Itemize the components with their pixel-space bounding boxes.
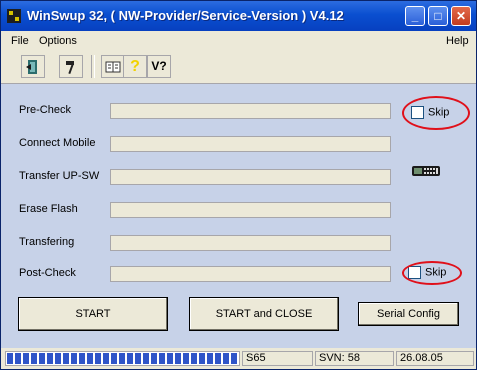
- red-annotation-circle: [402, 96, 470, 130]
- status-date: 26.08.05: [396, 351, 474, 366]
- progress-bar: [5, 351, 240, 366]
- transfering-field: [110, 235, 391, 251]
- transfer-up-sw-label: Transfer UP-SW: [19, 170, 100, 182]
- exit-door-icon: [26, 60, 37, 74]
- tools-button[interactable]: [59, 55, 83, 78]
- pre-check-label: Pre-Check: [19, 104, 71, 116]
- red-annotation-circle: [402, 261, 462, 285]
- status-model: S65: [242, 351, 313, 366]
- erase-flash-field: [110, 202, 391, 218]
- help-question-button[interactable]: ?: [123, 55, 147, 78]
- close-button[interactable]: ✕: [451, 6, 471, 26]
- toolbar: ? V?: [1, 51, 476, 84]
- question-icon: ?: [130, 58, 140, 75]
- toolbar-separator: [91, 55, 95, 78]
- erase-flash-label: Erase Flash: [19, 203, 78, 215]
- minimize-button[interactable]: _: [405, 6, 425, 26]
- connect-mobile-field: [110, 136, 391, 152]
- book-icon: [105, 61, 121, 73]
- transfer-up-sw-field: [110, 169, 391, 185]
- menu-options[interactable]: Options: [39, 35, 77, 47]
- progress-fill: [7, 353, 238, 364]
- window-title: WinSwup 32, ( NW-Provider/Service-Versio…: [27, 8, 344, 23]
- title-bar[interactable]: WinSwup 32, ( NW-Provider/Service-Versio…: [1, 1, 476, 31]
- hammer-icon: [66, 61, 74, 75]
- connect-mobile-label: Connect Mobile: [19, 137, 96, 149]
- status-svn: SVN: 58: [315, 351, 394, 366]
- menu-help[interactable]: Help: [446, 35, 469, 47]
- transfering-label: Transfering: [19, 236, 75, 248]
- maximize-button[interactable]: □: [428, 6, 448, 26]
- serial-config-button[interactable]: Serial Config: [358, 302, 459, 326]
- app-icon: [7, 9, 21, 23]
- pre-check-field: [110, 103, 391, 119]
- menu-bar: File Options Help: [1, 31, 476, 51]
- start-button[interactable]: START: [18, 297, 168, 331]
- status-bar: S65 SVN: 58 26.08.05: [1, 348, 476, 369]
- version-icon: V?: [151, 59, 167, 73]
- app-window: WinSwup 32, ( NW-Provider/Service-Versio…: [0, 0, 477, 370]
- mobile-phone-icon: [412, 166, 440, 176]
- log-button[interactable]: [101, 55, 125, 78]
- start-and-close-button[interactable]: START and CLOSE: [189, 297, 339, 331]
- post-check-field: [110, 266, 391, 282]
- exit-button[interactable]: [21, 55, 45, 78]
- version-button[interactable]: V?: [147, 55, 171, 78]
- post-check-label: Post-Check: [19, 267, 76, 279]
- menu-file[interactable]: File: [11, 35, 29, 47]
